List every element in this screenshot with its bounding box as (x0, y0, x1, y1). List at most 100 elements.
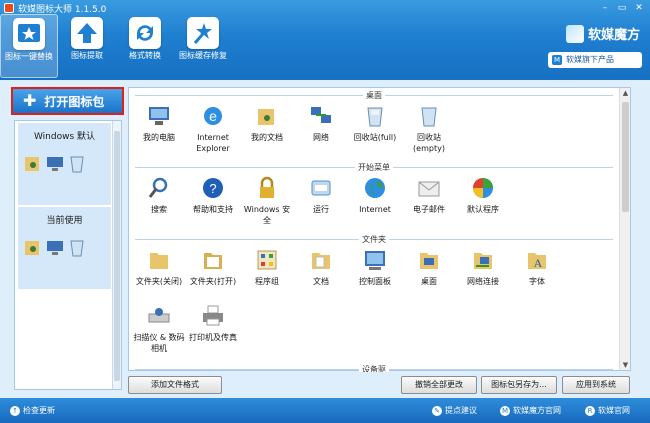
icon-program-group[interactable]: 程序组 (241, 248, 293, 287)
icon-label: 网络连接 (467, 277, 499, 286)
computer-icon (147, 104, 171, 128)
section-header-start-menu: 开始菜单 (135, 162, 613, 173)
icon-recycle-bin-full[interactable]: 回收站(full) (349, 104, 401, 143)
svg-text:?: ? (209, 181, 216, 196)
check-update-link[interactable]: ↑ 检查更新 (10, 405, 55, 416)
icon-label: 文件夹(打开) (189, 277, 237, 286)
tool-icon-extract[interactable]: 图标提取 (58, 14, 116, 78)
m-logo-icon: M (552, 55, 562, 65)
globe-icon (363, 176, 387, 200)
add-file-format-button[interactable]: 添加文件格式 (128, 376, 222, 394)
tool-icon-replace[interactable]: 图标一键替换 (0, 14, 58, 78)
scroll-up-icon[interactable]: ▲ (620, 88, 631, 98)
pack-current[interactable]: 当前使用 (18, 207, 111, 289)
feedback-icon: ✎ (432, 405, 442, 416)
check-update-label: 检查更新 (23, 406, 55, 415)
icon-label: Internet Explorer (196, 133, 230, 153)
close-button[interactable]: ✕ (632, 2, 646, 14)
svg-text:A: A (534, 256, 543, 270)
brand: 软媒魔方 (565, 24, 640, 43)
icon-label: 搜索 (151, 205, 167, 214)
app-icon (4, 3, 14, 13)
icon-fonts[interactable]: A 字体 (511, 248, 563, 287)
icon-internet[interactable]: Internet (349, 176, 401, 215)
sub-brand-link[interactable]: M 软媒旗下产品 (548, 52, 642, 68)
official-site-label: 软媒官网 (598, 406, 630, 415)
icon-my-documents[interactable]: 我的文档 (241, 104, 293, 143)
icon-scanner-camera[interactable]: 扫描仪 & 数码相机 (133, 304, 185, 354)
icon-help[interactable]: ? 帮助和支持 (187, 176, 239, 215)
documents-icon (255, 104, 279, 128)
icon-pack-list: Windows 默认 当前使用 (14, 120, 122, 390)
apply-to-system-button[interactable]: 应用到系统 (562, 376, 630, 394)
pack-windows-default[interactable]: Windows 默认 (18, 123, 111, 205)
icon-grid-panel: 桌面 我的电脑 e Internet Explorer 我的文档 网络 回收站(… (128, 87, 631, 372)
main-toolbar: 图标一键替换 图标提取 格式转换 图标缓存修复 (0, 14, 232, 80)
folder-closed-icon (147, 248, 171, 272)
tool-cache-repair[interactable]: 图标缓存修复 (174, 14, 232, 78)
undo-all-button[interactable]: 撤销全部更改 (401, 376, 477, 394)
icon-label: 网络 (313, 133, 329, 142)
ruanmei-official-site-link[interactable]: R 软媒官网 (585, 405, 630, 416)
section-header-desktop: 桌面 (135, 90, 613, 101)
network-connection-icon (471, 248, 495, 272)
save-pack-as-button[interactable]: 图标包另存为... (481, 376, 557, 394)
icon-default-programs[interactable]: 默认程序 (457, 176, 509, 215)
recycle-bin-full-icon (363, 104, 387, 128)
icon-desktop-folder[interactable]: 桌面 (403, 248, 455, 287)
open-pack-label: 打开图标包 (44, 94, 105, 109)
icon-label: 文件夹(关闭) (135, 277, 183, 286)
icon-printer-fax[interactable]: 打印机及传真 (187, 304, 239, 343)
icon-label: Internet (359, 205, 391, 214)
icon-search[interactable]: 搜索 (133, 176, 185, 215)
svg-text:e: e (209, 108, 217, 124)
plus-icon: ✚ (23, 91, 37, 110)
scanner-icon (147, 304, 171, 328)
section-title: 开始菜单 (355, 162, 393, 173)
star-icon (13, 18, 45, 50)
icon-windows-security[interactable]: Windows 安全 (241, 176, 293, 226)
scroll-down-icon[interactable]: ▼ (620, 360, 631, 370)
icon-label: Windows 安全 (243, 205, 291, 225)
brand-logo-icon (565, 24, 584, 43)
feedback-link[interactable]: ✎ 提点建议 (432, 405, 477, 416)
ruanmei-mofang-site-link[interactable]: M 软媒魔方官网 (500, 405, 561, 416)
icon-email[interactable]: 电子邮件 (403, 176, 455, 215)
search-icon (147, 176, 171, 200)
minimize-button[interactable]: – (598, 2, 612, 14)
icon-network-connection[interactable]: 网络连接 (457, 248, 509, 287)
icon-label: 我的文档 (251, 133, 283, 142)
icon-control-panel[interactable]: 控制面板 (349, 248, 401, 287)
icon-my-computer[interactable]: 我的电脑 (133, 104, 185, 143)
tool-format-convert[interactable]: 格式转换 (116, 14, 174, 78)
section-header-devices: 设备驱 (135, 364, 613, 372)
icon-grid-scrollbar[interactable]: ▲ ▼ (619, 88, 630, 370)
icon-recycle-bin-empty[interactable]: 回收站(empty) (403, 104, 455, 154)
scroll-thumb[interactable] (114, 131, 120, 381)
open-icon-pack-button[interactable]: ✚ 打开图标包 (11, 87, 124, 115)
folder-user-icon (25, 157, 39, 171)
section-title: 文件夹 (359, 234, 389, 245)
scroll-thumb[interactable] (622, 102, 629, 212)
icon-label: 程序组 (255, 277, 279, 286)
icon-documents-folder[interactable]: 文档 (295, 248, 347, 287)
maximize-button[interactable]: ▭ (615, 2, 629, 14)
ruanmei-site-label: 软媒魔方官网 (513, 406, 561, 415)
icon-folder-closed[interactable]: 文件夹(关闭) (133, 248, 185, 287)
icon-network[interactable]: 网络 (295, 104, 347, 143)
icon-run[interactable]: 运行 (295, 176, 347, 215)
feedback-label: 提点建议 (445, 406, 477, 415)
pack-list-scrollbar[interactable] (112, 121, 121, 389)
icon-label: 电子邮件 (413, 205, 445, 214)
tool-label: 图标提取 (71, 51, 103, 60)
magic-wand-icon (187, 17, 219, 49)
icon-folder-open[interactable]: 文件夹(打开) (187, 248, 239, 287)
run-icon (309, 176, 333, 200)
update-arrow-icon: ↑ (10, 405, 20, 416)
section-title: 桌面 (363, 90, 385, 101)
recycle-bin-icon (70, 156, 84, 173)
icon-label: 默认程序 (467, 205, 499, 214)
pack-title: Windows 默认 (33, 132, 96, 142)
icon-internet-explorer[interactable]: e Internet Explorer (187, 104, 239, 154)
sub-brand-label: 软媒旗下产品 (566, 55, 614, 64)
